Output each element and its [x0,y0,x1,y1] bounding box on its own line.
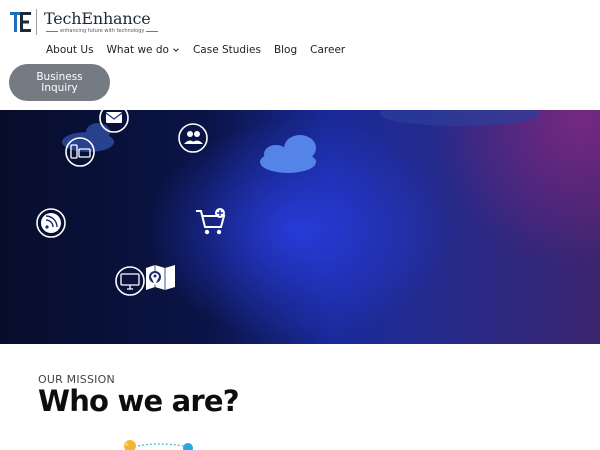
cta-label: Business Inquiry [36,70,83,94]
cloud-icon [380,110,540,126]
nav-case-studies[interactable]: Case Studies [193,44,261,56]
cloud-icon [260,135,316,173]
section-title: Who we are? [38,384,240,418]
users-icon [178,123,208,153]
logo-divider [36,9,37,35]
nav-label: Career [310,44,346,56]
logo-text: TechEnhance enhancing future with techno… [44,8,158,35]
hero-banner [0,110,600,344]
site-header: TechEnhance enhancing future with techno… [0,0,600,110]
mission-illustration [124,440,193,450]
brand-name: TechEnhance [44,8,151,28]
nav-label: Blog [273,44,298,56]
nav-label: About Us [46,44,94,56]
nav-label: What we do [106,44,169,56]
brand-logo[interactable]: TechEnhance enhancing future with techno… [10,9,158,35]
business-inquiry-button[interactable]: Business Inquiry [9,64,110,101]
brand-tagline: enhancing future with technology [46,28,158,35]
hero-illustration [36,110,540,296]
rss-icon [36,208,66,238]
nav-about-us[interactable]: About Us [46,44,94,56]
nav-label: Case Studies [192,44,261,56]
nav-what-we-do[interactable]: What we do [107,44,180,56]
main-nav: About Us What we do Case Studies Blog Ca… [46,44,345,56]
nav-blog[interactable]: Blog [274,44,297,56]
te-monogram-icon [10,9,32,35]
nav-career[interactable]: Career [310,44,345,56]
monitor-icon [115,266,145,296]
mail-icon [99,110,129,133]
cart-add-icon [196,208,226,235]
cloud-icon [62,123,114,152]
map-pin-icon [146,265,175,290]
chevron-down-icon [173,48,179,52]
